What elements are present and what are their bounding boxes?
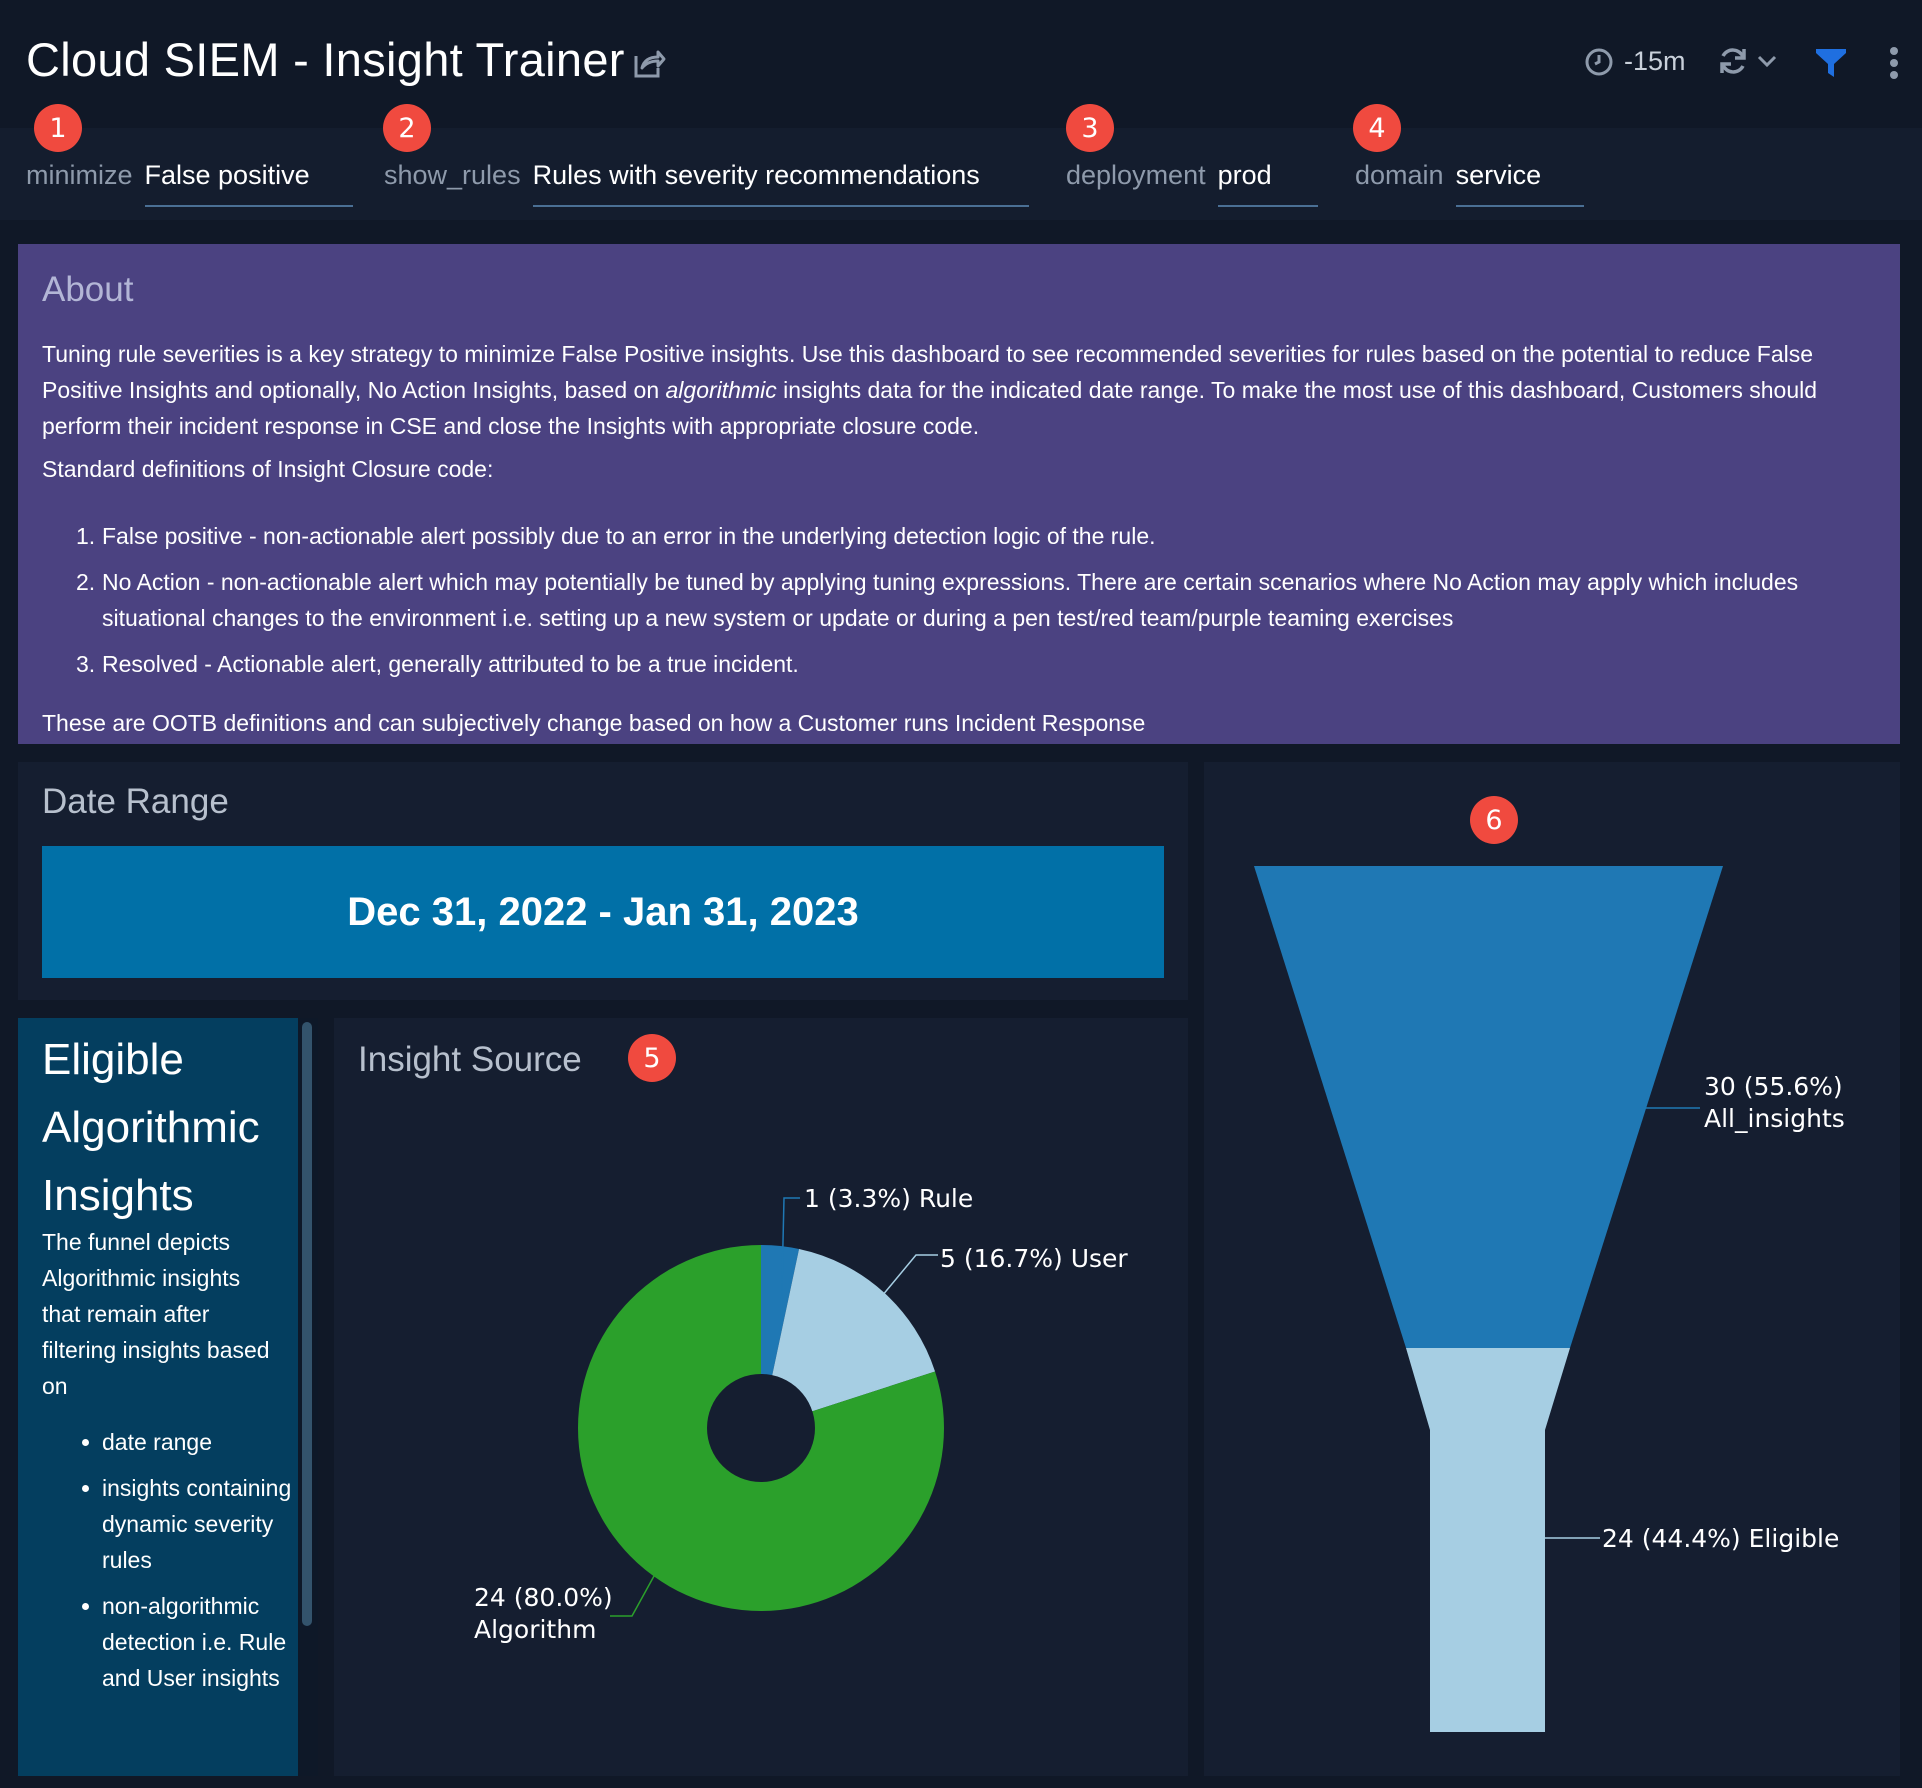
filter-show-rules-select[interactable]: Rules with severity recommendations [532, 158, 1029, 207]
date-range-panel: Date Range Dec 31, 2022 - Jan 31, 2023 [18, 762, 1188, 1000]
time-range-button[interactable]: -15m [1584, 46, 1686, 77]
eligible-description: The funnel depicts Algorithmic insights … [42, 1229, 270, 1399]
filter-label: show_rules [384, 160, 521, 190]
leader-line-user [881, 1254, 938, 1297]
chevron-down-icon [1757, 55, 1777, 68]
list-item: 2. No Action - non-actionable alert which… [76, 569, 1799, 631]
list-item: date range [82, 1424, 292, 1460]
panel-title: Date Range [42, 782, 229, 821]
filter-deployment-select[interactable]: prod [1217, 158, 1318, 207]
time-range-label: -15m [1624, 46, 1686, 76]
stage-label-all-insights-name: All_insights [1704, 1104, 1845, 1133]
filter-label: minimize [26, 160, 133, 190]
annotation-badge-2: 2 [383, 104, 431, 152]
filter-minimize: minimize False positive [26, 158, 353, 207]
slice-label-algorithm-value: 24 (80.0%) [474, 1583, 613, 1612]
scrollbar-thumb[interactable] [302, 1022, 312, 1626]
filter-deployment: deployment prod [1066, 158, 1318, 207]
filter-bar: minimize False positive show_rules Rules… [0, 128, 1922, 220]
list-item: non-algorithmic detection i.e. Rule and … [82, 1588, 292, 1696]
insight-source-panel: Insight Source 5 1 (3.3%) Rule 5 (16.7%)… [334, 1018, 1188, 1776]
list-item: 1. False positive - non-actionable alert … [76, 523, 1156, 549]
clock-icon [1585, 48, 1613, 75]
more-options-icon[interactable] [1888, 46, 1900, 80]
stage-label-eligible: 24 (44.4%) Eligible [1602, 1524, 1839, 1553]
about-panel: About Tuning rule severities is a key st… [18, 244, 1900, 744]
filter-minimize-select[interactable]: False positive [144, 158, 353, 207]
annotation-badge-3: 3 [1066, 104, 1114, 152]
standard-definitions-heading: Standard definitions of Insight Closure … [42, 456, 494, 482]
slice-label-user: 5 (16.7%) User [940, 1244, 1128, 1273]
list-item: insights containing dynamic severity rul… [82, 1470, 292, 1578]
funnel-panel: 6 30 (55.6%) All_insights 24 (44.4%) Eli… [1204, 762, 1900, 1776]
date-range-value: Dec 31, 2022 - Jan 31, 2023 [42, 846, 1164, 978]
share-icon[interactable] [632, 46, 666, 80]
about-footer: These are OOTB definitions and can subje… [42, 710, 1146, 736]
dashboard-header: Cloud SIEM - Insight Trainer -15m [0, 0, 1922, 128]
filter-label: deployment [1066, 160, 1206, 190]
dashboard-title: Cloud SIEM - Insight Trainer [26, 33, 625, 86]
funnel-stage-all-insights [1254, 866, 1723, 1348]
refresh-icon [1720, 48, 1746, 74]
refresh-button[interactable] [1716, 44, 1778, 78]
eligible-funnel-chart: 30 (55.6%) All_insights 24 (44.4%) Eligi… [1254, 866, 1845, 1732]
eligible-bullets: date range insights containing dynamic s… [82, 1424, 292, 1706]
filter-domain-select[interactable]: service [1455, 158, 1584, 207]
about-paragraph: Tuning rule severities is a key strategy… [42, 341, 1818, 439]
filter-icon[interactable] [1814, 46, 1848, 80]
annotation-badge-4: 4 [1353, 104, 1401, 152]
funnel-stage-eligible [1406, 1348, 1570, 1732]
definitions-list: 1. False positive - non-actionable alert … [76, 518, 1872, 692]
panel-title: Eligible Algorithmic Insights [42, 1035, 260, 1220]
stage-label-all-insights-value: 30 (55.6%) [1704, 1072, 1843, 1101]
filter-domain: domain service [1355, 158, 1584, 207]
annotation-badge-1: 1 [34, 104, 82, 152]
insight-source-pie-chart: 1 (3.3%) Rule 5 (16.7%) User 24 (80.0%) … [474, 1184, 1128, 1644]
eligible-insights-panel: Eligible Algorithmic Insights The funnel… [18, 1018, 298, 1776]
donut-hole [707, 1374, 815, 1482]
list-item: 3. Resolved - Actionable alert, generally… [76, 651, 799, 677]
about-title: About [42, 270, 134, 309]
filter-label: domain [1355, 160, 1444, 190]
slice-label-rule: 1 (3.3%) Rule [804, 1184, 973, 1213]
slice-label-algorithm-name: Algorithm [474, 1615, 596, 1644]
filter-show-rules: show_rules Rules with severity recommend… [384, 158, 1029, 207]
leader-line-algorithm [610, 1575, 655, 1617]
